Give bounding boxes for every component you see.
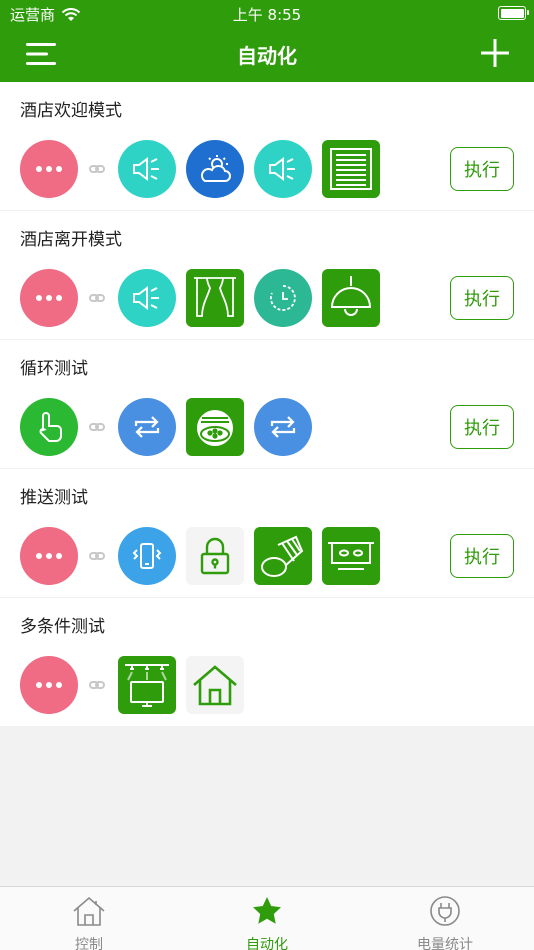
phone-vibrate-icon[interactable] xyxy=(118,527,176,585)
scene-icons xyxy=(20,527,390,585)
scene-icons xyxy=(20,140,390,198)
tab-house[interactable]: 控制 xyxy=(0,887,178,950)
scene-icons xyxy=(20,269,390,327)
scene-name: 酒店欢迎模式 xyxy=(20,101,122,121)
range-hood-icon[interactable] xyxy=(322,527,380,585)
execute-button[interactable]: 执行 xyxy=(450,534,514,578)
trigger-more-icon[interactable] xyxy=(20,269,78,327)
scene-icons xyxy=(20,398,322,456)
scene-row[interactable]: 循环测试执行 xyxy=(0,340,534,469)
link-icon xyxy=(86,293,108,303)
star-icon xyxy=(251,895,283,931)
link-icon xyxy=(86,164,108,174)
tab-bar: 控制 自动化 电量统计 xyxy=(0,886,534,950)
execute-button[interactable]: 执行 xyxy=(450,147,514,191)
loop-icon[interactable] xyxy=(118,398,176,456)
execute-button[interactable]: 执行 xyxy=(450,276,514,320)
nav-bar: 自动化 xyxy=(0,28,534,82)
speaker-icon[interactable] xyxy=(118,269,176,327)
link-icon xyxy=(86,680,108,690)
blinds-icon[interactable] xyxy=(322,140,380,198)
curtain-icon[interactable] xyxy=(186,269,244,327)
scene-name: 推送测试 xyxy=(20,488,88,508)
trigger-more-icon[interactable] xyxy=(20,656,78,714)
tab-label: 电量统计 xyxy=(417,937,473,950)
scene-name: 多条件测试 xyxy=(20,617,105,637)
ceiling-light-icon[interactable] xyxy=(186,398,244,456)
speaker-icon[interactable] xyxy=(254,140,312,198)
execute-button[interactable]: 执行 xyxy=(450,405,514,449)
timer-icon[interactable] xyxy=(254,269,312,327)
status-time: 上午 8:55 xyxy=(232,6,302,24)
lock-icon[interactable] xyxy=(186,527,244,585)
scene-icons xyxy=(20,656,254,714)
home-icon[interactable] xyxy=(186,656,244,714)
battery-icon xyxy=(498,6,529,20)
tab-star[interactable]: 自动化 xyxy=(178,887,356,950)
scene-name: 酒店离开模式 xyxy=(20,230,122,250)
link-icon xyxy=(86,422,108,432)
loop-icon[interactable] xyxy=(254,398,312,456)
trigger-more-icon[interactable] xyxy=(20,140,78,198)
tab-plug[interactable]: 电量统计 xyxy=(356,887,534,950)
scene-row[interactable]: 酒店欢迎模式执行 xyxy=(0,82,534,211)
scene-list: 酒店欢迎模式 执行 酒店离开模式 执行 循环测试 执行 推送测试 执行 多条件测试 xyxy=(0,82,534,727)
scene-row[interactable]: 多条件测试 xyxy=(0,598,534,727)
tv-light-icon[interactable] xyxy=(118,656,176,714)
page-title: 自动化 xyxy=(237,44,297,68)
scene-name: 循环测试 xyxy=(20,359,88,379)
house-icon xyxy=(72,895,106,931)
tab-label: 控制 xyxy=(75,937,103,950)
weather-icon[interactable] xyxy=(186,140,244,198)
scene-row[interactable]: 酒店离开模式执行 xyxy=(0,211,534,340)
link-icon xyxy=(86,551,108,561)
status-bar: 运营商 上午 8:55 xyxy=(0,0,534,28)
spotlight-icon[interactable] xyxy=(254,527,312,585)
plug-icon xyxy=(429,895,461,931)
pendant-lamp-icon[interactable] xyxy=(322,269,380,327)
trigger-more-icon[interactable] xyxy=(20,527,78,585)
speaker-icon[interactable] xyxy=(118,140,176,198)
scene-row[interactable]: 推送测试执行 xyxy=(0,469,534,598)
tab-label: 自动化 xyxy=(246,937,288,950)
trigger-touch-icon[interactable] xyxy=(20,398,78,456)
add-icon[interactable] xyxy=(480,38,510,68)
